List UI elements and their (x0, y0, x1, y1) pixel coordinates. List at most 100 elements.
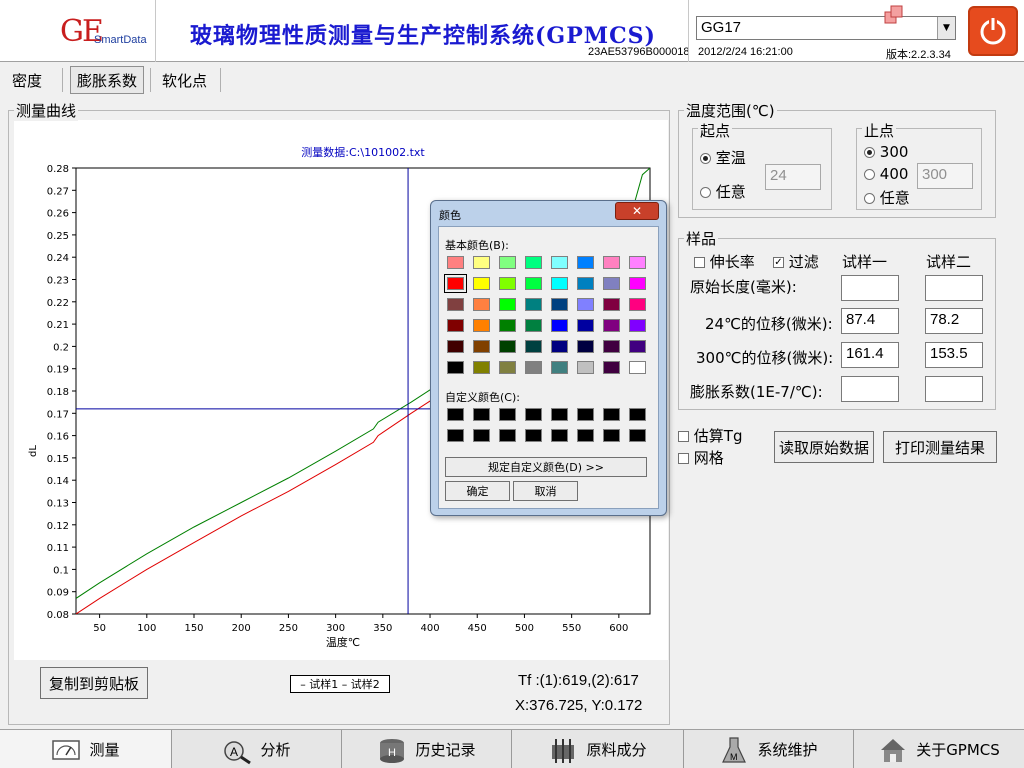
nav-materials[interactable]: 原料成分 (512, 730, 684, 768)
copy-to-clipboard-button[interactable]: 复制到剪贴板 (40, 667, 148, 699)
cancel-button[interactable]: 取消 (513, 481, 578, 501)
nav-measure[interactable]: 测量 (0, 730, 172, 768)
basic-color-swatch[interactable] (499, 319, 516, 332)
disp-24-sample-1-field[interactable]: 87.4 (841, 308, 899, 334)
disp-24-sample-2-field[interactable]: 78.2 (925, 308, 983, 334)
custom-color-swatch[interactable] (525, 408, 542, 421)
custom-color-swatch[interactable] (473, 429, 490, 442)
coef-sample-2-field[interactable] (925, 376, 983, 402)
basic-color-swatch[interactable] (551, 361, 568, 374)
basic-color-swatch[interactable] (551, 340, 568, 353)
basic-color-swatch[interactable] (525, 277, 542, 290)
end-any-radio[interactable]: 任意 (864, 187, 910, 208)
tab-softening[interactable]: 软化点 (156, 66, 213, 94)
custom-color-swatch[interactable] (473, 408, 490, 421)
custom-color-swatch[interactable] (499, 408, 516, 421)
glass-type-select[interactable]: GG17 ▼ (696, 16, 956, 40)
basic-color-swatch[interactable] (499, 256, 516, 269)
basic-color-swatch[interactable] (603, 319, 620, 332)
basic-color-swatch[interactable] (499, 340, 516, 353)
basic-color-swatch[interactable] (551, 277, 568, 290)
disp-300-sample-1-field[interactable]: 161.4 (841, 342, 899, 368)
basic-color-swatch[interactable] (603, 256, 620, 269)
custom-color-swatch[interactable] (551, 408, 568, 421)
custom-color-swatch[interactable] (499, 429, 516, 442)
basic-color-swatch[interactable] (603, 277, 620, 290)
basic-color-swatch[interactable] (499, 277, 516, 290)
basic-color-swatch[interactable] (603, 361, 620, 374)
basic-color-swatch[interactable] (551, 319, 568, 332)
basic-color-swatch[interactable] (629, 319, 646, 332)
ok-button[interactable]: 确定 (445, 481, 510, 501)
basic-color-swatch[interactable] (499, 361, 516, 374)
nav-analysis[interactable]: A 分析 (172, 730, 342, 768)
basic-color-swatch[interactable] (444, 274, 467, 293)
custom-color-swatch[interactable] (525, 429, 542, 442)
basic-color-swatch[interactable] (577, 256, 594, 269)
basic-color-swatch[interactable] (629, 298, 646, 311)
basic-color-swatch[interactable] (447, 340, 464, 353)
custom-color-swatch[interactable] (447, 408, 464, 421)
power-button[interactable] (968, 6, 1018, 56)
coef-sample-1-field[interactable] (841, 376, 899, 402)
custom-color-swatch[interactable] (551, 429, 568, 442)
nav-maintenance[interactable]: M 系统维护 (684, 730, 854, 768)
elongation-checkbox[interactable]: 伸长率 (694, 251, 755, 272)
basic-color-swatch[interactable] (473, 298, 490, 311)
basic-color-swatch[interactable] (447, 298, 464, 311)
tab-expansion[interactable]: 膨胀系数 (70, 66, 145, 94)
basic-color-swatch[interactable] (603, 340, 620, 353)
basic-color-swatch[interactable] (447, 319, 464, 332)
length-sample-2-field[interactable] (925, 275, 983, 301)
basic-color-swatch[interactable] (629, 340, 646, 353)
custom-color-swatch[interactable] (577, 408, 594, 421)
basic-color-swatch[interactable] (473, 256, 490, 269)
basic-color-swatch[interactable] (525, 340, 542, 353)
nav-history[interactable]: H 历史记录 (342, 730, 512, 768)
end-value-field[interactable]: 300 (917, 163, 973, 189)
custom-color-swatch[interactable] (447, 429, 464, 442)
basic-color-swatch[interactable] (577, 277, 594, 290)
chevron-down-icon[interactable]: ▼ (937, 17, 955, 39)
tab-density[interactable]: 密度 (6, 66, 48, 94)
basic-color-swatch[interactable] (629, 277, 646, 290)
custom-color-swatch[interactable] (629, 429, 646, 442)
basic-color-swatch[interactable] (447, 256, 464, 269)
basic-color-swatch[interactable] (551, 256, 568, 269)
basic-color-swatch[interactable] (551, 298, 568, 311)
custom-color-swatch[interactable] (629, 408, 646, 421)
basic-color-swatch[interactable] (473, 319, 490, 332)
basic-color-swatch[interactable] (473, 340, 490, 353)
grid-checkbox[interactable]: 网格 (678, 447, 724, 468)
start-any-radio[interactable]: 任意 (700, 181, 746, 202)
basic-color-swatch[interactable] (577, 298, 594, 311)
basic-color-swatch[interactable] (499, 298, 516, 311)
basic-color-swatch[interactable] (473, 277, 490, 290)
disp-300-sample-2-field[interactable]: 153.5 (925, 342, 983, 368)
basic-color-swatch[interactable] (577, 319, 594, 332)
filter-checkbox[interactable]: ✓ 过滤 (773, 251, 819, 272)
basic-color-swatch[interactable] (603, 298, 620, 311)
basic-color-swatch[interactable] (525, 298, 542, 311)
basic-color-swatch[interactable] (577, 340, 594, 353)
basic-color-swatch[interactable] (629, 361, 646, 374)
end-300-radio[interactable]: 300 (864, 143, 908, 161)
end-400-radio[interactable]: 400 (864, 165, 908, 183)
custom-color-swatch[interactable] (603, 429, 620, 442)
read-raw-data-button[interactable]: 读取原始数据 (774, 431, 874, 463)
basic-color-swatch[interactable] (525, 361, 542, 374)
basic-color-swatch[interactable] (629, 256, 646, 269)
basic-color-swatch[interactable] (473, 361, 490, 374)
nav-about[interactable]: 关于GPMCS (854, 730, 1024, 768)
custom-color-swatch[interactable] (603, 408, 620, 421)
length-sample-1-field[interactable] (841, 275, 899, 301)
estimate-tg-checkbox[interactable]: 估算Tg (678, 425, 742, 446)
basic-color-swatch[interactable] (447, 361, 464, 374)
start-value-field[interactable]: 24 (765, 164, 821, 190)
define-custom-colors-button[interactable]: 规定自定义颜色(D) >> (445, 457, 647, 477)
basic-color-swatch[interactable] (525, 256, 542, 269)
basic-color-swatch[interactable] (525, 319, 542, 332)
print-results-button[interactable]: 打印测量结果 (883, 431, 997, 463)
close-icon[interactable]: ✕ (615, 202, 659, 220)
custom-color-swatch[interactable] (577, 429, 594, 442)
